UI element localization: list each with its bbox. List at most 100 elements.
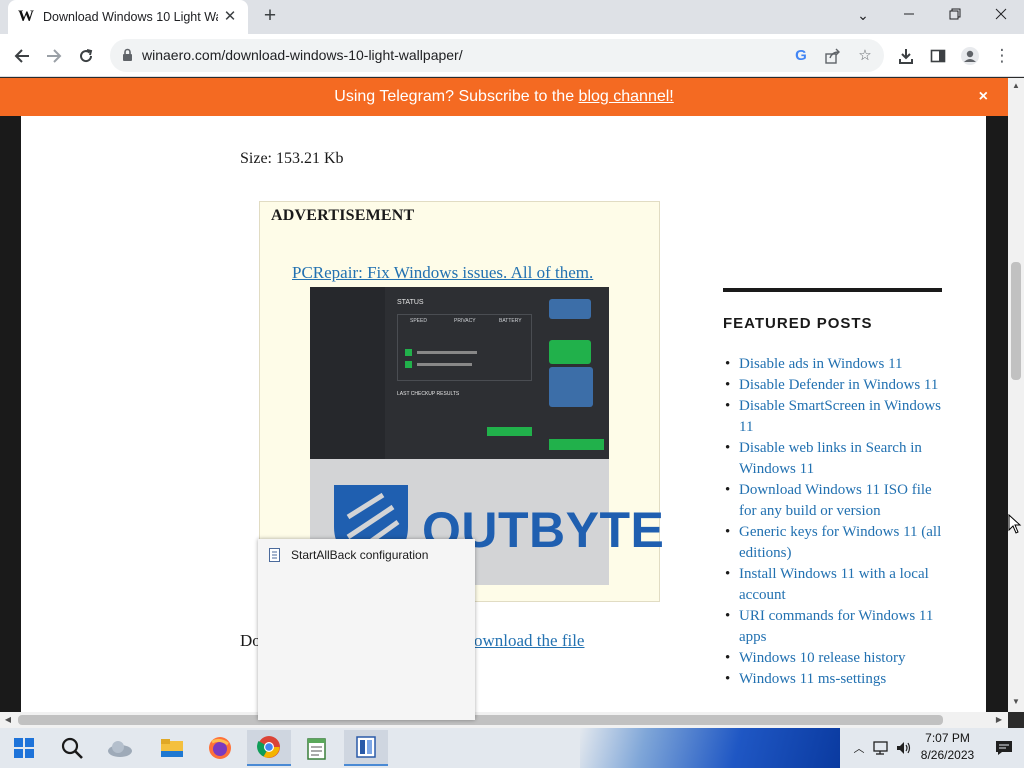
speed-tab: SPEED: [410, 318, 427, 324]
close-window-button[interactable]: [988, 4, 1014, 26]
chat-action-button: [549, 439, 604, 450]
page-viewport: Using Telegram? Subscribe to the blog ch…: [0, 78, 1008, 712]
browser-toolbar: winaero.com/download-windows-10-light-wa…: [0, 34, 1024, 77]
pcrepair-ad-link[interactable]: PCRepair: Fix Windows issues. All of the…: [292, 263, 593, 283]
notification-icon: [996, 741, 1012, 755]
scroll-up-arrow-icon[interactable]: ▲: [1008, 81, 1024, 90]
search-button[interactable]: [50, 730, 94, 766]
featured-post-link[interactable]: URI commands for Windows 11 apps: [723, 606, 948, 648]
taskbar: ︿ 7:07 PM 8/26/2023: [0, 728, 1024, 768]
check-icon: [405, 349, 412, 356]
startallback-button[interactable]: [344, 730, 388, 766]
bookmark-star-icon[interactable]: ☆: [855, 46, 875, 66]
privacy-tab: PRIVACY: [454, 318, 476, 324]
featured-post-link[interactable]: Disable ads in Windows 11: [723, 354, 948, 375]
featured-post-link[interactable]: Install Windows 11 with a local account: [723, 564, 948, 606]
horizontal-scroll-thumb[interactable]: [18, 715, 943, 725]
browser-tab[interactable]: W Download Windows 10 Light Wa ✕: [8, 0, 248, 34]
popup-item-label: StartAllBack configuration: [291, 548, 429, 562]
vertical-scroll-thumb[interactable]: [1011, 262, 1021, 380]
sidebar-divider: [723, 288, 942, 292]
firefox-button[interactable]: [198, 730, 242, 766]
notification-center-button[interactable]: [986, 730, 1022, 766]
tab-title: Download Windows 10 Light Wa: [43, 10, 218, 24]
featured-post-link[interactable]: Windows 10 release history: [723, 648, 948, 669]
share-icon[interactable]: [823, 46, 843, 66]
notepad-icon: [307, 738, 326, 760]
tab-strip: W Download Windows 10 Light Wa ✕ + ⌄: [0, 0, 1024, 34]
screen: W Download Windows 10 Light Wa ✕ + ⌄ win…: [0, 0, 1024, 768]
pcrepair-screenshot-image[interactable]: STATUS SPEED PRIVACY BATTERY LAST CHECKU…: [310, 287, 609, 459]
clock-date: 8/26/2023: [920, 748, 975, 762]
firefox-icon: [209, 737, 231, 759]
restore-button[interactable]: [942, 4, 968, 26]
url-text: winaero.com/download-windows-10-light-wa…: [142, 47, 463, 63]
settings-document-icon: [269, 548, 280, 562]
featured-post-link[interactable]: Generic keys for Windows 11 (all edition…: [723, 522, 948, 564]
close-icon: [995, 8, 1007, 20]
search-icon: [61, 737, 83, 759]
featured-post-link[interactable]: Disable web links in Search in Windows 1…: [723, 438, 948, 480]
chrome-button[interactable]: [247, 730, 291, 766]
scroll-down-arrow-icon[interactable]: ▼: [1008, 697, 1024, 706]
text-line: [417, 351, 477, 354]
startallback-icon: [356, 736, 376, 758]
start-button[interactable]: [2, 730, 46, 766]
featured-posts-list: Disable ads in Windows 11 Disable Defend…: [723, 354, 948, 690]
article-page: Size: 153.21 Kb ADVERTISEMENT PCRepair: …: [21, 116, 986, 712]
status-heading: STATUS: [397, 299, 424, 306]
chat-bubble: [549, 340, 591, 364]
blog-channel-link[interactable]: blog channel!: [579, 88, 674, 105]
startallback-configuration-item[interactable]: StartAllBack configuration: [268, 547, 428, 563]
clock-time: 7:07 PM: [925, 731, 970, 745]
forward-arrow-icon[interactable]: [42, 44, 66, 68]
app-sidebar: [310, 287, 385, 459]
reload-icon[interactable]: [74, 44, 98, 68]
banner-close-icon[interactable]: ×: [979, 78, 988, 116]
chat-bubble: [549, 299, 591, 319]
optimize-button: [487, 427, 532, 436]
taskbar-background: [580, 728, 840, 768]
side-panel-icon[interactable]: [926, 44, 950, 68]
featured-post-link[interactable]: Disable SmartScreen in Windows 11: [723, 396, 948, 438]
scroll-right-arrow-icon[interactable]: ▶: [991, 715, 1007, 724]
chat-bubble: [549, 367, 593, 407]
cloud-icon: [108, 741, 132, 757]
chevron-up-icon[interactable]: ︿: [850, 740, 868, 756]
folder-icon: [161, 739, 183, 757]
windows-logo-icon: [14, 738, 34, 758]
battery-tab: BATTERY: [499, 318, 522, 324]
tab-search-chevron-down-icon[interactable]: ⌄: [850, 4, 876, 26]
check-icon: [405, 361, 412, 368]
download-icon[interactable]: [894, 44, 918, 68]
featured-posts-heading: FEATURED POSTS: [723, 315, 873, 332]
minimize-button[interactable]: [896, 4, 922, 26]
notepad-button[interactable]: [295, 730, 339, 766]
taskbar-clock[interactable]: 7:07 PM 8/26/2023: [910, 730, 985, 764]
featured-post-link[interactable]: Download Windows 11 ISO file for any bui…: [723, 480, 948, 522]
horizontal-scrollbar[interactable]: ◀ ▶: [0, 712, 1008, 728]
more-menu-icon[interactable]: ⋮: [990, 44, 1014, 68]
network-icon[interactable]: [872, 740, 890, 756]
scroll-left-arrow-icon[interactable]: ◀: [0, 715, 16, 724]
vertical-scrollbar[interactable]: ▲ ▼: [1008, 78, 1024, 712]
google-lens-icon[interactable]: G: [791, 46, 811, 66]
chrome-icon: [257, 736, 280, 758]
featured-post-link[interactable]: Disable Defender in Windows 11: [723, 375, 948, 396]
restore-icon: [949, 8, 961, 20]
featured-post-link[interactable]: Windows 11 ms-settings: [723, 669, 948, 690]
advertisement-label: ADVERTISEMENT: [271, 207, 415, 224]
system-tray: ︿: [850, 728, 913, 768]
mouse-cursor-icon: [1008, 514, 1022, 534]
weather-widget[interactable]: [98, 730, 142, 766]
profile-avatar-icon[interactable]: [958, 44, 982, 68]
text-line: [417, 363, 472, 366]
winaero-favicon-icon: W: [18, 8, 34, 25]
speed-panel: [397, 314, 532, 381]
new-tab-button[interactable]: +: [259, 5, 281, 28]
download-file-link[interactable]: ownload the file: [474, 631, 584, 651]
tab-close-icon[interactable]: ✕: [222, 9, 238, 25]
back-arrow-icon[interactable]: [10, 44, 34, 68]
address-bar[interactable]: winaero.com/download-windows-10-light-wa…: [110, 39, 884, 72]
file-explorer-button[interactable]: [150, 730, 194, 766]
